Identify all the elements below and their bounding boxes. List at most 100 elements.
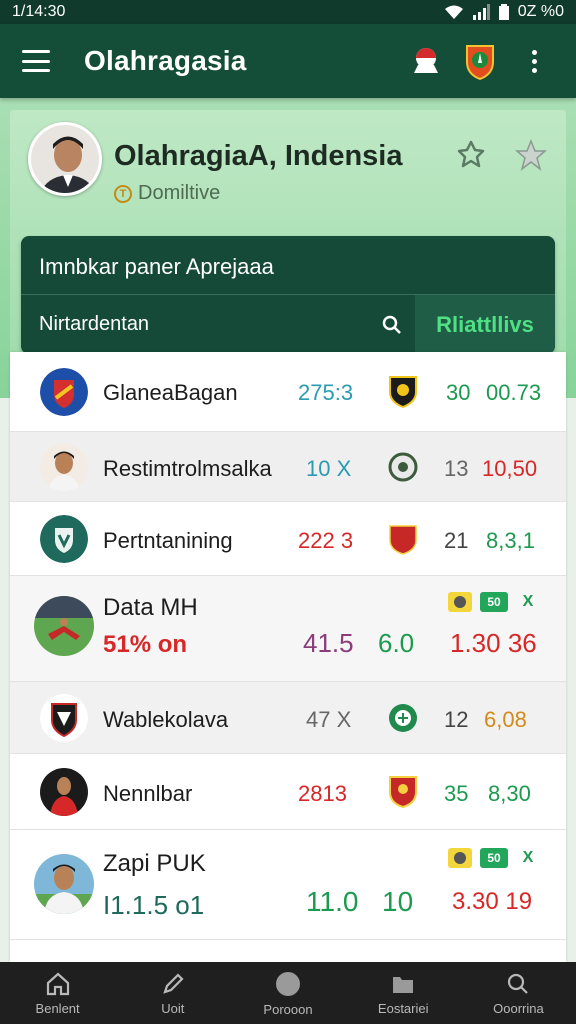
more-vert-icon	[531, 49, 537, 73]
battery-icon	[498, 3, 509, 20]
player-photo	[34, 854, 94, 914]
menu-icon[interactable]	[22, 50, 50, 72]
nav-item-home[interactable]: Benlent	[0, 962, 115, 1024]
stat-value-3: 8,30	[488, 781, 531, 806]
club-badge-icon	[389, 525, 417, 555]
stat-value-2: 12	[444, 707, 469, 732]
stat-value-1: 2813	[298, 781, 347, 806]
wifi-icon	[444, 5, 463, 19]
flag-icon	[414, 48, 438, 73]
coin-icon: T	[114, 184, 132, 203]
flag-button[interactable]	[406, 41, 446, 81]
stat-value-3: 3.30 19	[452, 888, 533, 915]
odds-badge: X	[522, 849, 534, 866]
bottom-navigation: Benlent Uoit Porooon Eostariei Ooorrina	[0, 962, 576, 1024]
nav-item-search[interactable]: Ooorrina	[461, 962, 576, 1024]
list-item[interactable]: Nennlbar 2813 35 8,30	[10, 754, 566, 830]
player-avatar	[40, 768, 88, 816]
more-options-button[interactable]	[514, 41, 554, 81]
profile-subtitle: T Domiltive	[114, 182, 220, 205]
edit-icon	[163, 972, 184, 994]
nav-label: Ooorrina	[493, 1000, 544, 1016]
club-crest-icon	[466, 45, 494, 80]
filter-button[interactable]: Rliattllivs	[415, 295, 555, 354]
team-name: Zapi PUK	[103, 850, 206, 877]
list-item[interactable]: Restimtrolmsalka 10 X 13 10,50	[10, 432, 566, 502]
stat-value-1: 11.0	[306, 886, 359, 917]
list-item[interactable]: Wablekolava 47 X 12 6,08	[10, 682, 566, 754]
folder-icon	[393, 976, 414, 993]
stat-value-2: 30	[446, 380, 471, 405]
team-subline: I1.1.5 o1	[103, 890, 205, 920]
search-icon	[508, 973, 529, 994]
stat-value-3: 8,3,1	[486, 528, 535, 553]
club-badge-icon	[389, 704, 417, 732]
status-battery: 0Z %0	[517, 3, 564, 20]
profile-subtitle-text: Domiltive	[138, 182, 221, 204]
search-icon[interactable]	[381, 314, 403, 336]
stat-value-1: 222 3	[298, 528, 354, 553]
team-name: Data MH	[103, 594, 198, 621]
person-photo	[31, 125, 99, 193]
search-panel: Imnbkar paner Aprejaaa Nirtardentan Rlia…	[21, 236, 555, 354]
status-icons: 0Z %0	[444, 3, 564, 21]
team-name: Restimtrolmsalka	[103, 456, 272, 481]
stat-value-3: 10,50	[482, 456, 538, 481]
profile-avatar[interactable]	[28, 122, 102, 196]
team-subline: 51% on	[103, 631, 188, 658]
nav-label: Eostariei	[377, 1000, 429, 1016]
team-logo-icon	[40, 368, 88, 416]
stat-value-3: 1.30 36	[450, 628, 537, 658]
app-title: Olahragasia	[84, 45, 247, 76]
club-badge-icon	[389, 776, 417, 808]
team-name: Pertntanining	[103, 528, 233, 553]
status-time: 1/14:30	[12, 3, 66, 20]
nav-label: Benlent	[35, 1000, 80, 1016]
match-photo	[34, 596, 94, 656]
signal-icon	[472, 4, 490, 20]
stat-value-3: 00.73	[486, 380, 542, 405]
badge-icon	[448, 848, 472, 868]
follow-icon[interactable]	[454, 138, 488, 172]
odds-badge: 50	[480, 848, 508, 868]
stat-value-1: 275:3	[298, 380, 354, 405]
team-name: GlaneaBagan	[103, 380, 238, 405]
nav-label: Porooon	[263, 1001, 313, 1017]
team-logo-icon	[40, 515, 88, 563]
club-crest-button[interactable]	[460, 41, 500, 81]
stat-value-2: 21	[444, 528, 469, 553]
player-avatar	[40, 443, 88, 491]
home-icon	[46, 972, 69, 995]
nav-label: Uoit	[161, 1000, 185, 1016]
stat-value-3: 6,08	[484, 707, 527, 732]
stat-value-1: 10 X	[306, 456, 352, 481]
team-name: Wablekolava	[103, 707, 229, 732]
list-item[interactable]: Zapi PUK I1.1.5 o1 11.0 10 3.30 19 50 X	[10, 830, 566, 940]
search-input[interactable]: Nirtardentan	[21, 295, 415, 354]
club-badge-icon	[388, 452, 418, 482]
nav-item-center[interactable]: Porooon	[230, 962, 345, 1024]
team-name: Nennlbar	[103, 781, 193, 806]
stat-value-1: 41.5	[303, 628, 354, 658]
stat-value-1: 47 X	[306, 707, 352, 732]
odds-badge: 50	[480, 592, 508, 612]
app-bar: Olahragasia	[0, 24, 576, 98]
match-list: GlaneaBagan 275:3 30 00.73 Restimtrolmsa…	[10, 352, 566, 962]
list-item[interactable]: Data MH 51% on 41.5 6.0 1.30 36 50 X	[10, 576, 566, 682]
stat-value-2: 10	[382, 886, 414, 917]
list-item[interactable]: GlaneaBagan 275:3 30 00.73	[10, 352, 566, 432]
nav-item-edit[interactable]: Uoit	[115, 962, 230, 1024]
list-item[interactable]: Pertntanining 222 3 21 8,3,1	[10, 502, 566, 576]
team-logo-icon	[40, 694, 88, 742]
stat-value-2: 35	[444, 781, 469, 806]
nav-item-folder[interactable]: Eostariei	[346, 962, 461, 1024]
profile-card: OlahragiaA, Indensia T Domiltive Imnbkar…	[10, 110, 566, 370]
circle-icon	[276, 971, 300, 996]
stat-value-2: 13	[444, 456, 469, 481]
panel-heading: Imnbkar paner Aprejaaa	[39, 254, 274, 279]
odds-badge: X	[522, 593, 534, 610]
club-badge-icon	[389, 376, 417, 408]
status-bar: 1/14:30 0Z %0	[0, 0, 576, 24]
star-icon[interactable]	[514, 138, 548, 172]
profile-name: OlahragiaA, Indensia	[114, 140, 403, 172]
